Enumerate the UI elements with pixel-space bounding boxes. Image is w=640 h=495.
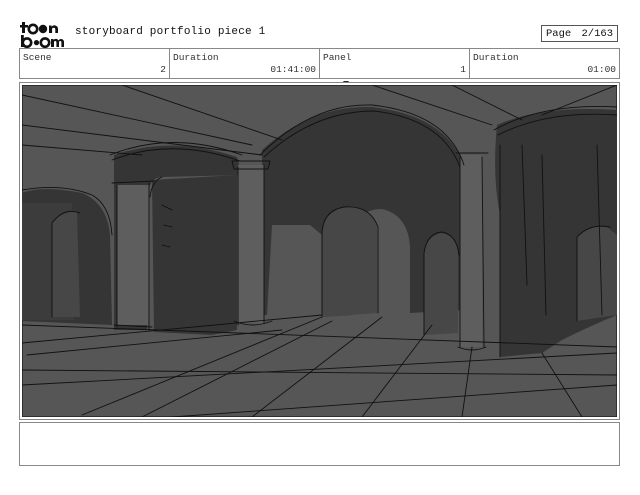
- scene-label: Scene: [23, 52, 52, 63]
- scene-duration-cell: Duration 01:41:00: [170, 49, 320, 78]
- scene-value: 2: [160, 64, 166, 75]
- page-indicator: Page 2/163: [541, 25, 618, 42]
- panel-sketch: [22, 85, 617, 417]
- document-title: storyboard portfolio piece 1: [75, 26, 266, 38]
- panel-duration-value: 01:00: [587, 64, 616, 75]
- scene-cell: Scene 2: [20, 49, 170, 78]
- page-label: Page: [546, 28, 572, 40]
- storyboard-panel: [19, 82, 620, 420]
- page-number: 2/163: [581, 28, 613, 40]
- panel-duration-cell: Duration 01:00: [470, 49, 619, 78]
- panel-duration-label: Duration: [473, 52, 519, 63]
- toon-boom-logo: [20, 22, 64, 48]
- panel-value: 1: [460, 64, 466, 75]
- panel-info-row: Scene 2 Duration 01:41:00 Panel 1 Durati…: [19, 48, 620, 79]
- scene-duration-value: 01:41:00: [270, 64, 316, 75]
- panel-label: Panel: [323, 52, 352, 63]
- panel-notes-box: [19, 422, 620, 466]
- scene-duration-label: Duration: [173, 52, 219, 63]
- panel-cell: Panel 1: [320, 49, 470, 78]
